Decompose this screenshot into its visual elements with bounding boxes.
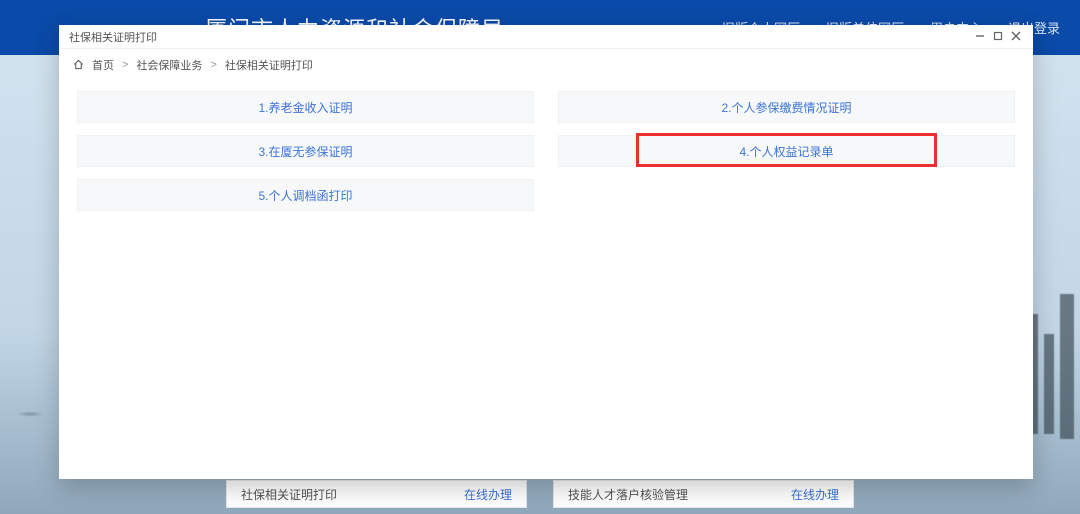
maximize-icon: [993, 30, 1003, 44]
service-card[interactable]: 社保相关证明打印 在线办理: [226, 480, 527, 508]
service-card-action-link[interactable]: 在线办理: [464, 486, 512, 503]
breadcrumb-separator: >: [210, 59, 216, 71]
option-label: 4.个人权益记录单: [739, 143, 833, 160]
option-label: 3.在厦无参保证明: [258, 143, 352, 160]
home-icon: [73, 59, 84, 72]
service-card-row: 社保相关证明打印 在线办理 技能人才落户核验管理 在线办理: [0, 480, 1080, 508]
close-button[interactable]: [1007, 28, 1025, 46]
modal-title: 社保相关证明打印: [69, 29, 157, 45]
service-card-action-link[interactable]: 在线办理: [791, 486, 839, 503]
service-card[interactable]: 技能人才落户核验管理 在线办理: [553, 480, 854, 508]
breadcrumb-home[interactable]: 首页: [92, 57, 114, 73]
minimize-icon: [975, 30, 985, 44]
option-personal-file-transfer-print[interactable]: 5.个人调档函打印: [77, 179, 534, 211]
option-personal-rights-record[interactable]: 4.个人权益记录单: [558, 135, 1015, 167]
minimize-button[interactable]: [971, 28, 989, 46]
option-label: 2.个人参保缴费情况证明: [721, 99, 851, 116]
maximize-button[interactable]: [989, 28, 1007, 46]
option-pension-income-cert[interactable]: 1.养老金收入证明: [77, 91, 534, 123]
service-card-title: 社保相关证明打印: [241, 486, 337, 503]
option-grid: 1.养老金收入证明 2.个人参保缴费情况证明 3.在厦无参保证明 4.个人权益记…: [59, 81, 1033, 211]
modal-window: 社保相关证明打印 首页 > 社会保障业务 > 社保相关证明打印: [59, 25, 1033, 479]
breadcrumb: 首页 > 社会保障业务 > 社保相关证明打印: [59, 49, 1033, 81]
close-icon: [1011, 30, 1021, 44]
modal-titlebar: 社保相关证明打印: [59, 25, 1033, 49]
option-label: 1.养老金收入证明: [258, 99, 352, 116]
breadcrumb-item[interactable]: 社会保障业务: [136, 57, 202, 73]
option-personal-insurance-payment-cert[interactable]: 2.个人参保缴费情况证明: [558, 91, 1015, 123]
breadcrumb-separator: >: [122, 59, 128, 71]
option-no-insurance-in-xiamen-cert[interactable]: 3.在厦无参保证明: [77, 135, 534, 167]
breadcrumb-item[interactable]: 社保相关证明打印: [225, 57, 313, 73]
service-card-title: 技能人才落户核验管理: [568, 486, 688, 503]
option-label: 5.个人调档函打印: [258, 187, 352, 204]
